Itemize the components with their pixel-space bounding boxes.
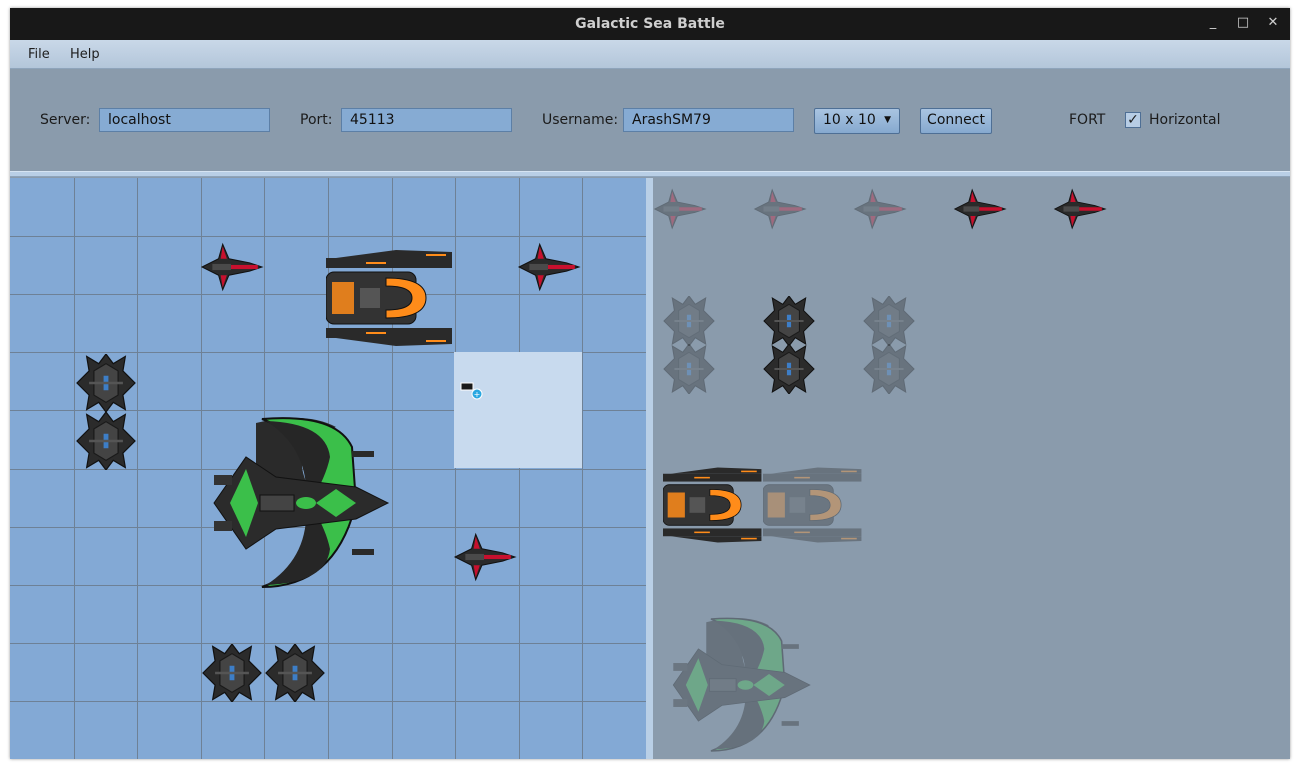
maximize-button[interactable]: □ <box>1234 14 1252 32</box>
cruiser-ship-icon[interactable] <box>326 246 454 350</box>
menu-help[interactable]: Help <box>70 47 100 62</box>
fort-ship-icon[interactable] <box>863 344 915 394</box>
fort-ship-icon[interactable] <box>763 344 815 394</box>
drag-copy-cursor-icon: + <box>460 382 483 400</box>
fighter-ship-icon[interactable] <box>517 238 581 296</box>
fighter-ship-icon[interactable] <box>853 184 907 234</box>
horizontal-label[interactable]: Horizontal <box>1149 112 1220 128</box>
grid-line <box>582 178 583 759</box>
horizontal-checkbox[interactable]: ✓ <box>1125 112 1141 128</box>
username-label: Username: <box>542 112 619 128</box>
fighter-ship-icon[interactable] <box>653 184 707 234</box>
panel-divider[interactable] <box>646 178 653 759</box>
server-input[interactable]: localhost <box>99 108 270 132</box>
fighter-ship-icon[interactable] <box>1053 184 1107 234</box>
carrier-ship-icon[interactable] <box>667 612 813 758</box>
server-label: Server: <box>40 112 91 128</box>
fort-ship-icon[interactable] <box>663 344 715 394</box>
fort-ship-icon[interactable] <box>263 644 327 702</box>
chevron-down-icon: ▼ <box>884 115 891 125</box>
window-title: Galactic Sea Battle <box>575 16 725 32</box>
cruiser-ship-icon[interactable] <box>763 462 863 548</box>
board-size-select[interactable]: 10 x 10 ▼ <box>814 108 900 134</box>
port-label: Port: <box>300 112 333 128</box>
fort-ship-icon[interactable] <box>74 354 138 412</box>
selected-ship-label: FORT <box>1069 112 1106 128</box>
carrier-ship-icon[interactable] <box>206 414 392 592</box>
menu-bar: File Help <box>10 40 1290 69</box>
checkmark-icon: ✓ <box>1127 112 1139 128</box>
minimize-button[interactable]: _ <box>1204 14 1222 32</box>
username-input[interactable]: ArashSM79 <box>623 108 794 132</box>
ship-tray <box>653 178 1290 759</box>
connection-toolbar: Server: localhost Port: 45113 Username: … <box>10 69 1290 171</box>
menu-file[interactable]: File <box>28 47 50 62</box>
fort-ship-icon[interactable] <box>763 296 815 346</box>
game-board[interactable]: + <box>10 178 646 759</box>
placement-preview <box>454 352 582 468</box>
fighter-ship-icon[interactable] <box>953 184 1007 234</box>
port-input[interactable]: 45113 <box>341 108 512 132</box>
cruiser-ship-icon[interactable] <box>663 462 763 548</box>
grid-line <box>455 178 456 759</box>
connect-button[interactable]: Connect <box>920 108 992 134</box>
fighter-ship-icon[interactable] <box>753 184 807 234</box>
fort-ship-icon[interactable] <box>74 412 138 470</box>
fort-ship-icon[interactable] <box>663 296 715 346</box>
fighter-ship-icon[interactable] <box>453 528 517 586</box>
fort-ship-icon[interactable] <box>863 296 915 346</box>
board-size-value: 10 x 10 <box>823 112 876 128</box>
fighter-ship-icon[interactable] <box>200 238 264 296</box>
close-button[interactable]: ✕ <box>1264 14 1282 32</box>
fort-ship-icon[interactable] <box>200 644 264 702</box>
toolbar-separator <box>10 171 1290 177</box>
title-bar[interactable]: Galactic Sea Battle _ □ ✕ <box>10 8 1290 40</box>
svg-text:+: + <box>474 390 481 399</box>
app-window: Galactic Sea Battle _ □ ✕ File Help Serv… <box>10 8 1290 759</box>
